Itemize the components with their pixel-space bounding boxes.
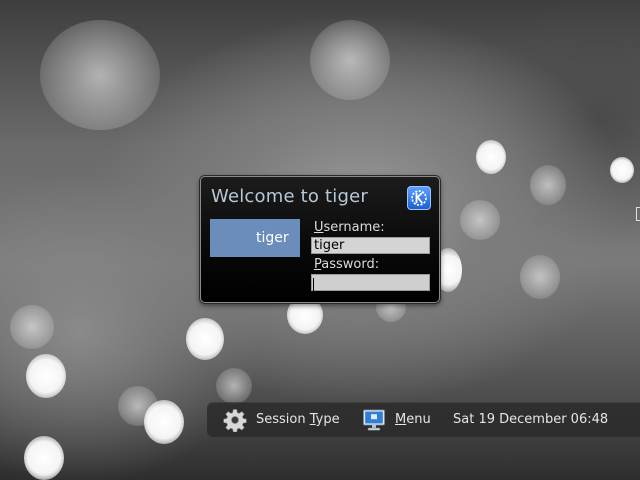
password-input[interactable] [311,274,430,291]
session-label-prefix: Session [256,412,310,427]
bottom-bar: Session Type Menu Sat 19 December 06:48 [207,402,640,437]
bokeh-light [26,354,66,398]
bokeh-light [310,20,390,100]
username-label-mnemonic: U [314,220,324,235]
bokeh-light [520,255,560,299]
session-label-suffix: ype [315,412,340,427]
bokeh-light [144,400,184,444]
bokeh-light [10,305,54,349]
bokeh-light [530,165,566,205]
mouse-cursor [636,207,640,221]
session-type-button[interactable]: Session Type [256,402,340,437]
menu-button[interactable]: Menu [395,402,431,437]
menu-label-mnemonic: M [395,412,407,427]
bokeh-light [610,157,634,183]
username-label: Username: [314,220,385,235]
kde-logo-glyph [411,190,427,206]
text-caret [313,278,314,291]
bokeh-light [186,318,224,360]
clock: Sat 19 December 06:48 [453,412,609,427]
username-label-text: sername: [323,220,385,235]
user-tile-tiger[interactable]: tiger [210,219,300,257]
bokeh-light [476,140,506,174]
kde-logo-icon [407,186,431,210]
password-label-text: assword: [321,257,380,272]
bokeh-light [216,368,252,404]
bokeh-light [24,436,64,480]
username-input[interactable] [311,237,430,254]
bokeh-light [118,386,158,426]
computer-icon[interactable] [362,408,386,432]
gear-icon[interactable] [223,408,247,432]
bokeh-light [40,20,160,130]
menu-label-text: enu [406,412,431,427]
bokeh-light [460,200,500,240]
password-label: Password: [314,257,379,272]
login-dialog: Welcome to tiger tiger Username: Passwor… [200,176,440,303]
dialog-title: Welcome to tiger [211,186,369,207]
